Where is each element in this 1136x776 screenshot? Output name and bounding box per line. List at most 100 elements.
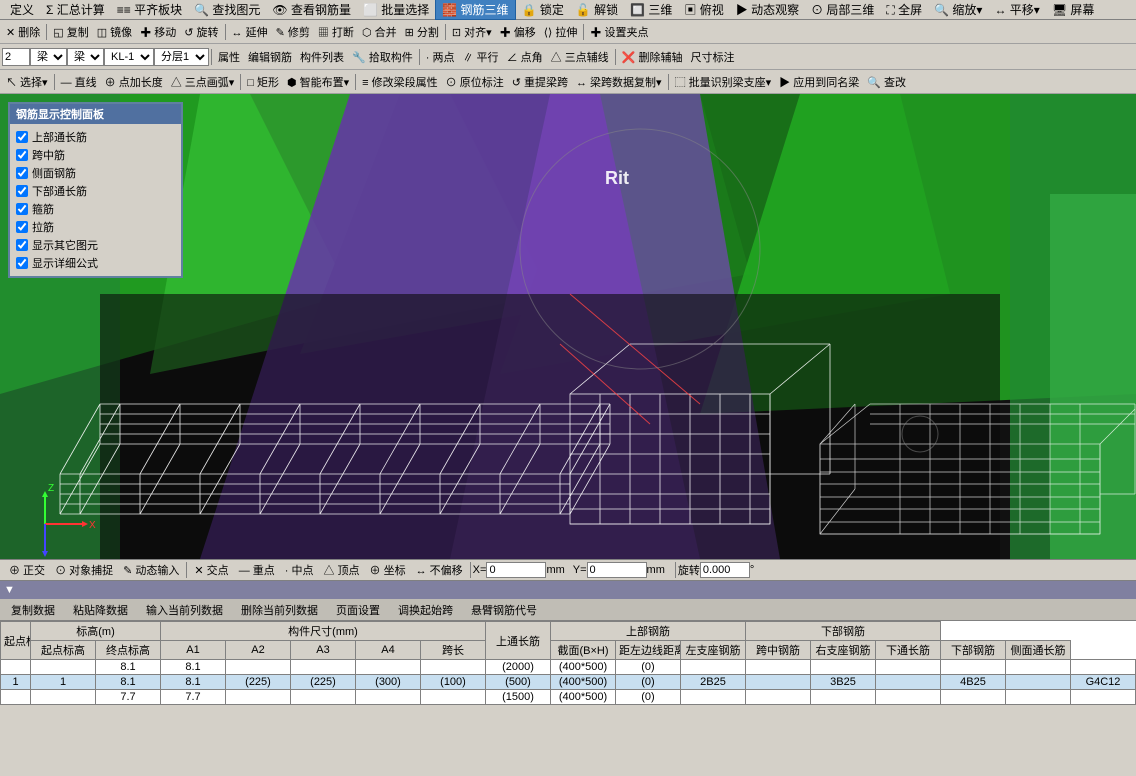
- table-cell[interactable]: (400*500): [551, 675, 616, 690]
- table-row[interactable]: 8.18.1(2000)(400*500)(0): [1, 660, 1136, 675]
- cb-upper-long[interactable]: [16, 131, 28, 143]
- table-cell[interactable]: [421, 690, 486, 705]
- main-viewport[interactable]: 9 Rit Z X Y 钢筋显示控制面板 上部通长筋: [0, 94, 1136, 559]
- table-cell[interactable]: [1071, 690, 1136, 705]
- table-cell[interactable]: [941, 690, 1006, 705]
- table-cell[interactable]: (400*500): [551, 690, 616, 705]
- table-cell[interactable]: 8.1: [161, 660, 226, 675]
- btn-comp-list[interactable]: 构件列表: [296, 47, 348, 67]
- btn-select[interactable]: ↖ 选择▾: [2, 72, 52, 92]
- table-cell[interactable]: 1: [1, 675, 31, 690]
- btn-apply-samename[interactable]: ▶ 应用到同名梁: [775, 72, 863, 92]
- btn-align[interactable]: ⊡ 对齐▾: [448, 22, 496, 42]
- btn-cantilever-code[interactable]: 悬臂钢筋代号: [464, 600, 544, 620]
- menu-3d[interactable]: 🔲 三维: [624, 0, 678, 19]
- btn-edit-steel[interactable]: 编辑钢筋: [244, 47, 296, 67]
- table-cell[interactable]: [876, 660, 941, 675]
- btn-break[interactable]: ▦ 打断: [314, 22, 358, 42]
- type1-select[interactable]: 梁: [30, 48, 67, 66]
- btn-del-axis[interactable]: ❌ 删除辅轴: [618, 47, 687, 67]
- btn-midpt[interactable]: — 重点: [234, 561, 280, 579]
- menu-topview[interactable]: ▣ 俯视: [678, 0, 729, 19]
- table-cell[interactable]: [31, 660, 96, 675]
- table-cell[interactable]: [1, 660, 31, 675]
- table-cell[interactable]: 8.1: [96, 675, 161, 690]
- table-cell[interactable]: [226, 660, 291, 675]
- table-cell[interactable]: [1006, 675, 1071, 690]
- btn-coord[interactable]: ⊕ 坐标: [365, 561, 411, 579]
- table-cell[interactable]: (1500): [486, 690, 551, 705]
- btn-extend[interactable]: ↔ 延伸: [228, 22, 272, 42]
- btn-ortho[interactable]: ⊕ 正交: [4, 561, 50, 579]
- table-cell[interactable]: (400*500): [551, 660, 616, 675]
- table-cell[interactable]: [876, 675, 941, 690]
- btn-parallel[interactable]: ∥ 平行: [459, 47, 503, 67]
- btn-repick-beam[interactable]: ↺ 重提梁跨: [508, 72, 572, 92]
- table-cell[interactable]: 8.1: [161, 675, 226, 690]
- rotate-input[interactable]: [700, 562, 750, 578]
- btn-swap-span[interactable]: 调换起始跨: [391, 600, 460, 620]
- table-cell[interactable]: [746, 660, 811, 675]
- table-cell[interactable]: [1006, 660, 1071, 675]
- comp-select[interactable]: KL-1: [104, 48, 154, 66]
- table-cell[interactable]: [291, 690, 356, 705]
- btn-move[interactable]: ✚ 移动: [136, 22, 180, 42]
- table-cell[interactable]: [356, 660, 421, 675]
- btn-line[interactable]: — 直线: [57, 72, 101, 92]
- menu-levelboard[interactable]: ≡≡ 平齐板块: [111, 0, 188, 19]
- table-cell[interactable]: [811, 660, 876, 675]
- menu-screen[interactable]: 🖥 屏幕: [1046, 0, 1101, 19]
- data-table-wrapper[interactable]: 起点标高 标高(m) 构件尺寸(mm) 上通长筋 上部钢筋 下部钢筋 起点标高 …: [0, 621, 1136, 776]
- table-cell[interactable]: 7.7: [161, 690, 226, 705]
- menu-findfig[interactable]: 🔍 查找图元: [188, 0, 266, 19]
- menu-batchsel[interactable]: ⬜ 批量选择: [357, 0, 435, 19]
- btn-copy-span[interactable]: ↔ 梁跨数据复制▾: [572, 72, 666, 92]
- btn-mirror[interactable]: ◫ 镜像: [93, 22, 136, 42]
- btn-trim[interactable]: ✎ 修剪: [272, 22, 314, 42]
- menu-pan[interactable]: ↔ 平移▾: [988, 0, 1045, 19]
- btn-three-point[interactable]: △ 三点辅线: [547, 47, 613, 67]
- btn-split[interactable]: ⊞ 分割: [401, 22, 443, 42]
- btn-inplace-label[interactable]: ⊙ 原位标注: [442, 72, 508, 92]
- table-cell[interactable]: 3B25: [811, 675, 876, 690]
- table-cell[interactable]: 8.1: [96, 660, 161, 675]
- cb-pull[interactable]: [16, 221, 28, 233]
- cb-show-formula[interactable]: [16, 257, 28, 269]
- table-cell[interactable]: (2000): [486, 660, 551, 675]
- menu-dyn-observe[interactable]: ▶ 动态观察: [730, 0, 805, 19]
- table-cell[interactable]: (100): [421, 675, 486, 690]
- btn-paste-data[interactable]: 粘贴降数据: [66, 600, 135, 620]
- table-cell[interactable]: [226, 690, 291, 705]
- table-row[interactable]: 118.18.1(225)(225)(300)(100)(500)(400*50…: [1, 675, 1136, 690]
- table-cell[interactable]: [1, 690, 31, 705]
- cb-span-mid[interactable]: [16, 149, 28, 161]
- menu-unlock[interactable]: 🔓 解锁: [570, 0, 624, 19]
- menu-viewsteel[interactable]: 👁 查看钢筋量: [266, 0, 357, 19]
- table-cell[interactable]: [1071, 660, 1136, 675]
- table-cell[interactable]: [746, 675, 811, 690]
- num-input[interactable]: [2, 48, 30, 66]
- btn-pick-comp[interactable]: 🔧 拾取构件: [348, 47, 417, 67]
- table-cell[interactable]: [941, 660, 1006, 675]
- btn-rect[interactable]: □ 矩形: [243, 72, 283, 92]
- btn-page-setup[interactable]: 页面设置: [329, 600, 387, 620]
- btn-addlen[interactable]: ⊕ 点加长度: [101, 72, 167, 92]
- table-cell[interactable]: [746, 690, 811, 705]
- btn-merge[interactable]: ⬡ 合并: [358, 22, 401, 42]
- x-coord-input[interactable]: [486, 562, 546, 578]
- menu-define[interactable]: 定义: [4, 0, 40, 19]
- btn-point-angle[interactable]: ∠ 点角: [503, 47, 547, 67]
- cb-side-steel[interactable]: [16, 167, 28, 179]
- table-cell[interactable]: [681, 660, 746, 675]
- btn-snap[interactable]: ⊙ 对象捕捉: [50, 561, 118, 579]
- btn-stretch[interactable]: ⟨⟩ 拉伸: [540, 22, 582, 42]
- btn-batch-id-support[interactable]: ⬚ 批量识别梁支座▾: [671, 72, 776, 92]
- table-cell[interactable]: [876, 690, 941, 705]
- menu-fullscreen[interactable]: ⛶ 全屏: [880, 0, 928, 19]
- table-cell[interactable]: [31, 690, 96, 705]
- table-cell[interactable]: [811, 690, 876, 705]
- btn-smart-layout[interactable]: ⬢ 智能布置▾: [283, 72, 353, 92]
- table-cell[interactable]: (225): [291, 675, 356, 690]
- table-cell[interactable]: 2B25: [681, 675, 746, 690]
- table-cell[interactable]: (0): [616, 690, 681, 705]
